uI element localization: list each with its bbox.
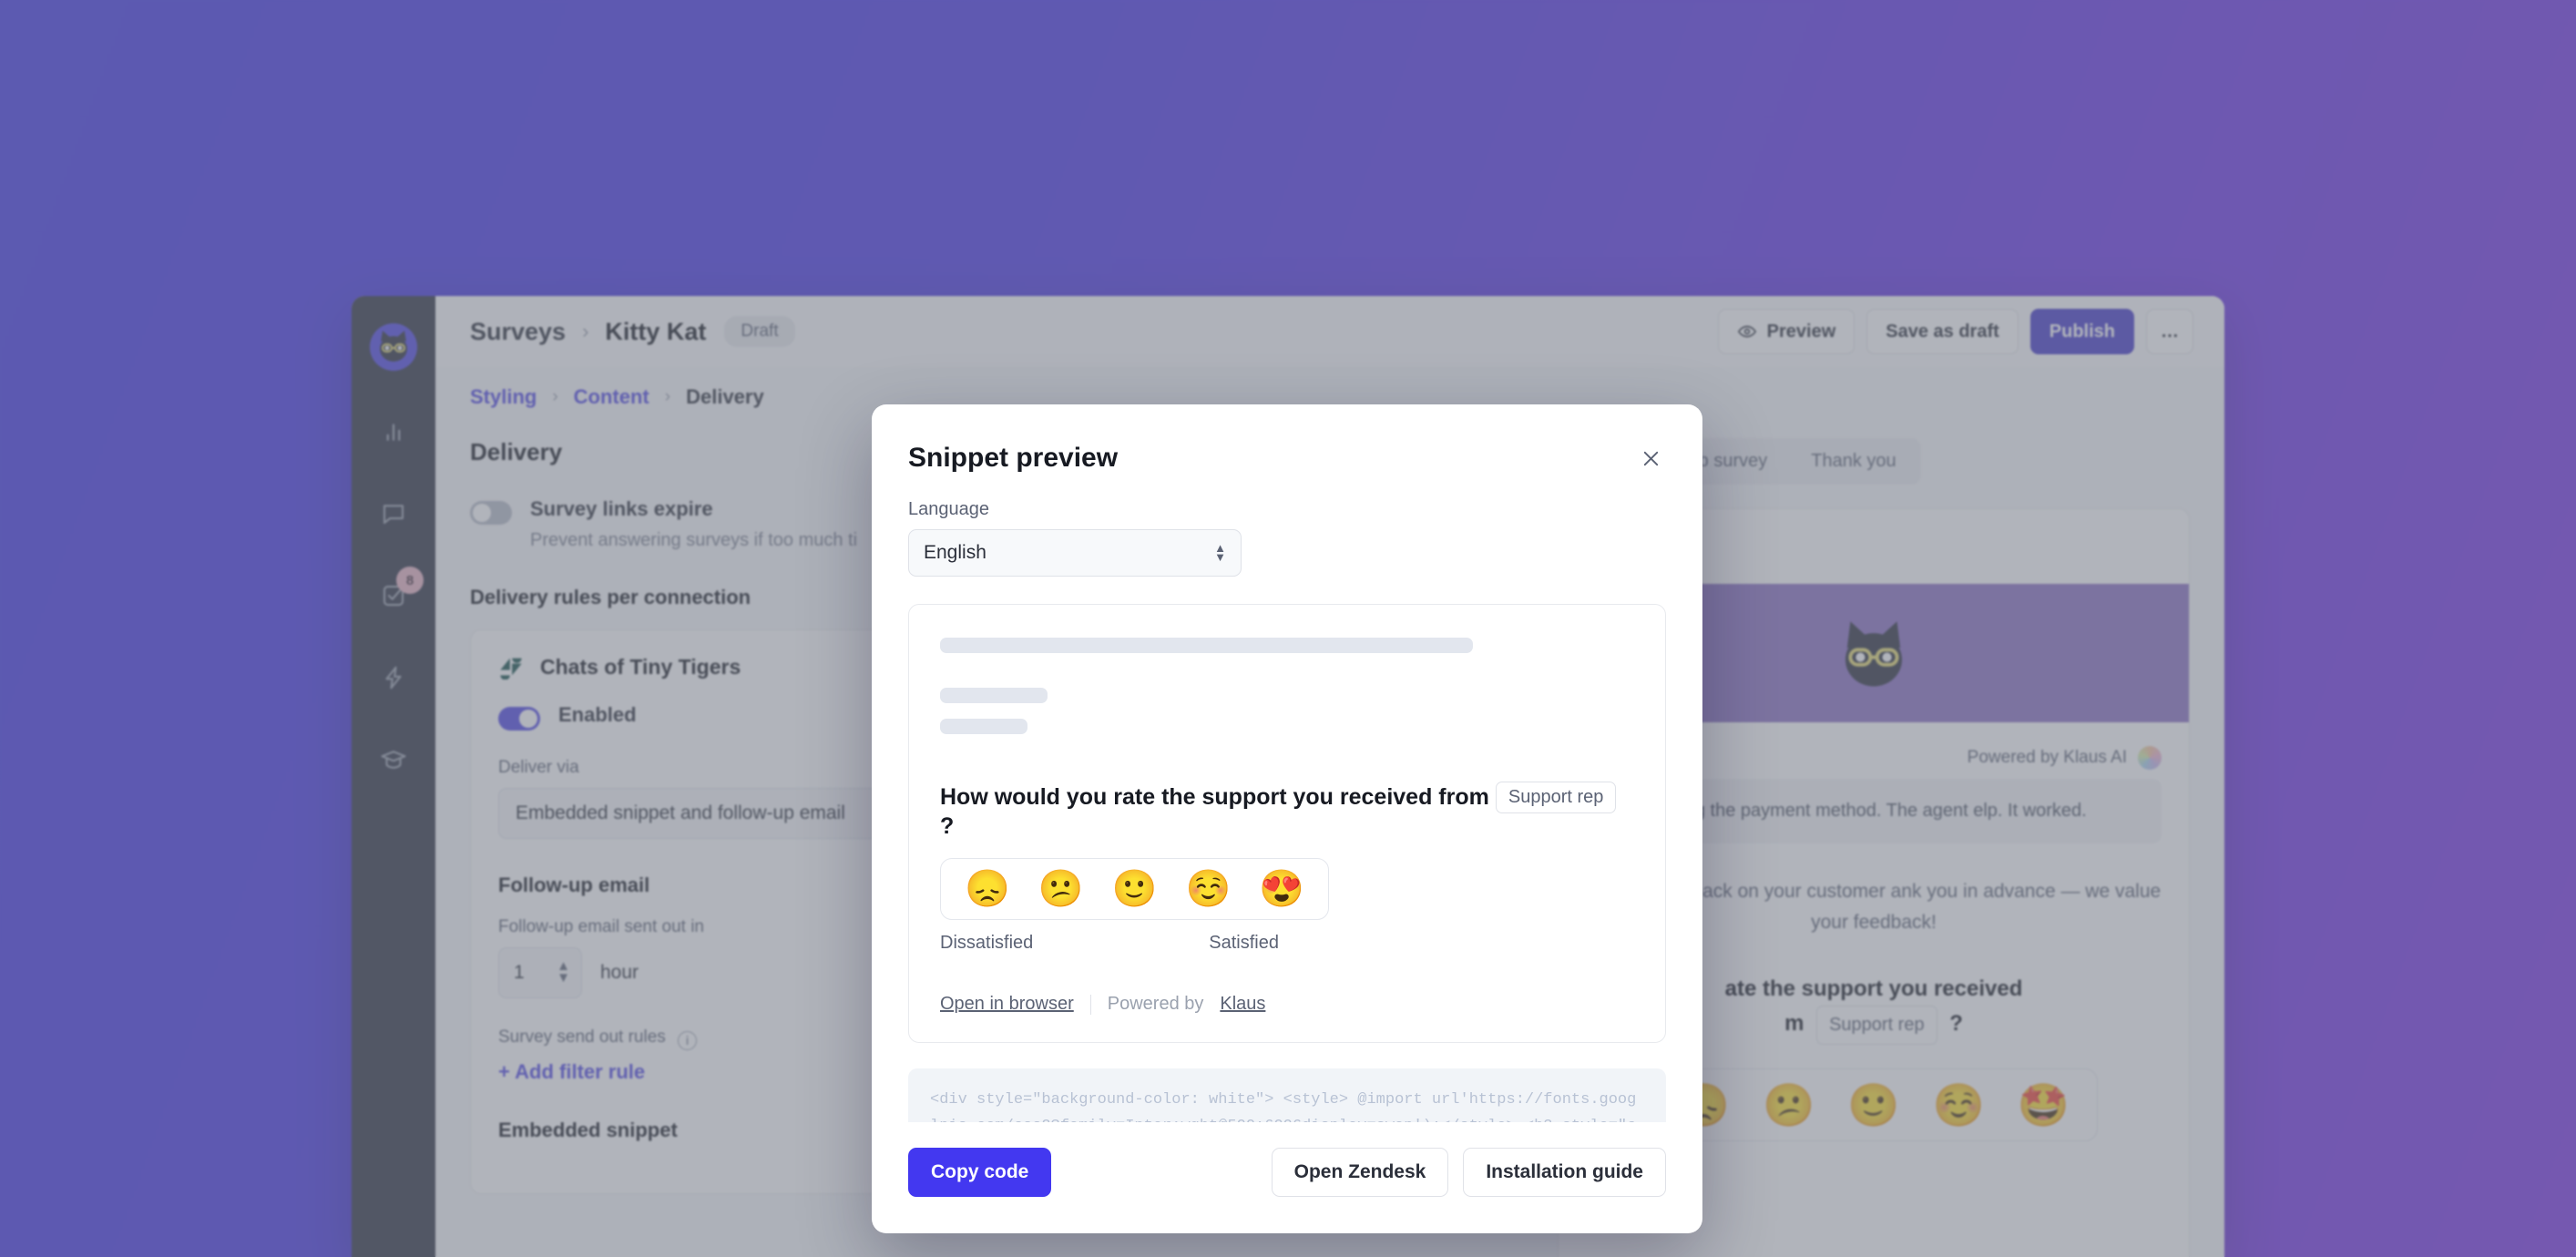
snippet-emoji-5[interactable]: 😍	[1259, 871, 1304, 907]
open-zendesk-label: Open Zendesk	[1293, 1161, 1426, 1182]
modal-title: Snippet preview	[908, 443, 1119, 473]
scale-low-label: Dissatisfied	[940, 933, 1034, 953]
klaus-brand-link[interactable]: Klaus	[1220, 994, 1265, 1015]
installation-guide-label: Installation guide	[1486, 1161, 1643, 1182]
snippet-emoji-3[interactable]: 🙂	[1112, 871, 1158, 907]
language-label: Language	[908, 499, 989, 519]
language-value: English	[924, 542, 986, 563]
snippet-emoji-4[interactable]: ☺️	[1185, 871, 1231, 907]
modal-body: Language English ▲ ▼ How would you rate t…	[872, 474, 1702, 1122]
snippet-question-line: How would you rate the support you recei…	[940, 782, 1634, 840]
close-icon[interactable]	[1635, 443, 1666, 474]
placeholder-bar-3	[940, 719, 1027, 734]
snippet-code-box[interactable]: <div style="background-color: white"> <s…	[908, 1068, 1666, 1122]
snippet-emoji-2[interactable]: 😕	[1038, 871, 1084, 907]
scale-high-label: Satisfied	[1209, 933, 1279, 953]
copy-code-button[interactable]: Copy code	[908, 1148, 1052, 1197]
snippet-footer: Open in browser Powered by Klaus	[940, 994, 1634, 1015]
modal-header: Snippet preview	[872, 404, 1702, 474]
snippet-emoji-1[interactable]: 😞	[965, 871, 1010, 907]
installation-guide-button[interactable]: Installation guide	[1463, 1148, 1666, 1197]
language-select[interactable]: English ▲ ▼	[908, 529, 1242, 577]
snippet-question-suffix: ?	[940, 813, 955, 839]
snippet-emoji-strip: 😞 😕 🙂 ☺️ 😍	[940, 858, 1330, 920]
copy-code-label: Copy code	[931, 1161, 1029, 1182]
placeholder-bar-1	[940, 638, 1473, 653]
snippet-preview-area: How would you rate the support you recei…	[908, 604, 1666, 1043]
powered-by-label: Powered by	[1107, 994, 1204, 1014]
snippet-variable-chip[interactable]: Support rep	[1495, 782, 1617, 813]
snippet-question-prefix: How would you rate the support you recei…	[940, 784, 1489, 810]
select-stepper-icon: ▲ ▼	[1214, 540, 1226, 564]
close-x-icon	[1643, 451, 1658, 465]
footer-divider	[1089, 994, 1091, 1015]
snippet-scale-labels: Dissatisfied Satisfied	[940, 933, 1279, 954]
modal-footer: Copy code Open Zendesk Installation guid…	[872, 1122, 1702, 1233]
open-in-browser-link[interactable]: Open in browser	[940, 994, 1074, 1015]
open-zendesk-button[interactable]: Open Zendesk	[1271, 1148, 1449, 1197]
snippet-preview-modal: Snippet preview Language English ▲ ▼ How …	[872, 404, 1702, 1233]
placeholder-bar-2	[940, 688, 1048, 703]
